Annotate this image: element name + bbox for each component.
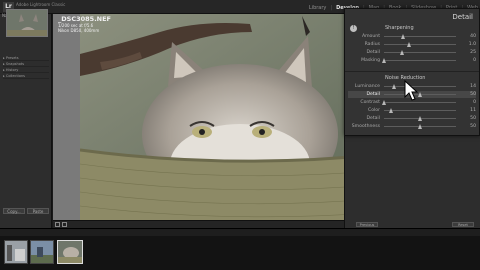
slider-thumb[interactable] [417,92,422,97]
photo-camera: Nikon D850, 400mm [58,28,100,33]
left-panel-collections[interactable]: ▸ Collections [3,74,49,79]
slider-value[interactable]: 50 [462,123,476,130]
module-library[interactable]: Library [309,4,326,12]
slider-thumb[interactable] [399,50,404,55]
image-toolbar [53,220,344,228]
slider-smoothness[interactable]: Smoothness 50 [348,123,476,130]
slider-detail[interactable]: Detail 25 [348,49,476,56]
detail-panel-title[interactable]: Detail [452,13,473,21]
slider-label: Contrast [360,100,380,105]
slider-label: Amount [361,34,380,39]
slider-thumb[interactable] [417,116,422,121]
slider-value[interactable]: 50 [462,91,476,98]
left-panel-presets[interactable]: ▸ Presets [3,56,49,61]
detail-preview-warning-icon[interactable]: ! [350,25,357,32]
slider-value[interactable]: 0 [462,57,476,64]
slider-detail[interactable]: Detail 50 [348,115,476,122]
filmstrip-bar [0,228,480,236]
filmstrip-thumbnail-selected[interactable] [57,240,83,264]
slider-thumb[interactable] [400,34,405,39]
navigator-header[interactable]: Navigator [2,2,50,18]
slider-value[interactable]: 40 [462,33,476,40]
slider-masking[interactable]: Masking 0 [348,57,476,64]
slider-amount[interactable]: Amount 40 [348,33,476,40]
slider-thumb[interactable] [381,100,386,105]
slider-thumb[interactable] [417,124,422,129]
slider-label: Detail [366,92,380,97]
loupe-view-icon[interactable] [55,222,60,227]
before-after-icon[interactable] [62,222,67,227]
navigator-image [7,10,47,36]
left-panel [0,14,52,228]
mouse-cursor-icon [404,80,418,101]
slider-label: Detail [366,116,380,121]
slider-thumb[interactable] [391,84,396,89]
slider-track[interactable] [384,108,456,113]
slider-value[interactable]: 11 [462,107,476,114]
copy-settings-button[interactable]: Copy... [3,208,25,214]
left-panel-snapshots[interactable]: ▸ Snapshots [3,62,49,67]
module-separator: | [330,5,333,11]
navigator-thumbnail[interactable] [6,9,48,37]
slider-track[interactable] [381,100,456,105]
left-panel-history[interactable]: ▸ History [3,68,49,73]
slider-radius[interactable]: Radius 1.0 [348,41,476,48]
slider-label: Color [368,108,380,113]
slider-label: Smoothness [351,124,380,129]
paste-settings-button[interactable]: Paste [27,208,49,214]
slider-track[interactable] [384,34,456,39]
section-divider [345,71,479,72]
photo-info-overlay: _DSC3085.NEF 1/200 sec at f/5.6 Nikon D8… [58,15,138,34]
slider-label: Luminance [354,84,380,89]
slider-value[interactable]: 50 [462,115,476,122]
slider-track[interactable] [384,84,456,89]
slider-label: Detail [366,50,380,55]
slider-color[interactable]: Color 11 [348,107,476,114]
previous-button[interactable]: Previous [356,222,378,227]
slider-value[interactable]: 0 [462,99,476,106]
detail-panel: Detail ! Sharpening Amount 40 Radius 1.0 Det… [344,8,480,136]
right-panel-lower [344,136,480,228]
slider-thumb[interactable] [389,108,394,113]
slider-thumb[interactable] [406,42,411,47]
slider-track[interactable] [384,50,456,55]
slider-label: Masking [361,58,380,63]
slider-track[interactable] [384,124,456,129]
slider-track[interactable] [381,58,456,63]
slider-label: Radius [364,42,380,47]
sharpening-section-title[interactable]: Sharpening [385,25,414,31]
reset-button[interactable]: Reset [452,222,474,227]
slider-track[interactable] [384,92,456,97]
photo-filename: _DSC3085.NEF [58,15,111,23]
photo-lynx[interactable] [80,14,386,220]
slider-value[interactable]: 1.0 [462,41,476,48]
slider-value[interactable]: 14 [462,83,476,90]
slider-track[interactable] [384,42,456,47]
slider-track[interactable] [384,116,456,121]
slider-value[interactable]: 25 [462,49,476,56]
slider-thumb[interactable] [381,58,386,63]
filmstrip-thumbnail[interactable] [4,240,28,264]
filmstrip-thumbnail[interactable] [30,240,54,264]
